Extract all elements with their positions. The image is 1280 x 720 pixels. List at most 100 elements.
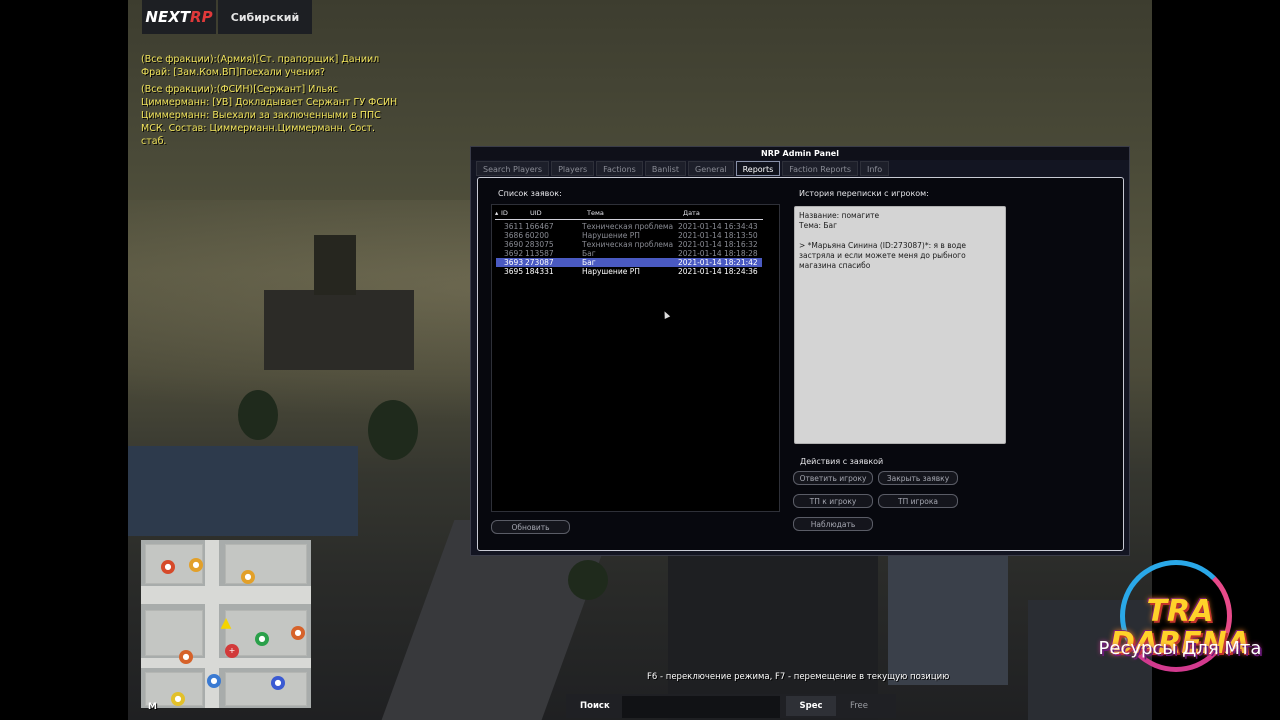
- teleport-player-button[interactable]: ТП игрока: [878, 494, 958, 508]
- admin-panel-title: NRP Admin Panel: [471, 147, 1129, 160]
- teleport-to-player-button[interactable]: ТП к игроку: [793, 494, 873, 508]
- map-road: [141, 658, 311, 668]
- cell-date: 2021-01-14 18:16:32: [678, 240, 758, 249]
- table-row[interactable]: 3692 113587 Баг 2021-01-14 18:18:28: [496, 249, 762, 258]
- minimap-north-label: M: [148, 702, 157, 712]
- cell-id: 3695: [504, 267, 524, 276]
- requests-label: Список заявок:: [498, 189, 562, 198]
- tab-general[interactable]: General: [688, 161, 734, 176]
- cell-date: 2021-01-14 18:21:42: [678, 258, 758, 267]
- column-header-date[interactable]: Дата: [683, 209, 700, 217]
- office-building: [888, 555, 1008, 685]
- cell-date: 2021-01-14 18:13:50: [678, 231, 758, 240]
- reports-tab-content: Список заявок: ▴ ID UID Тема Дата 3611 1…: [477, 177, 1124, 551]
- spectate-button[interactable]: Наблюдать: [793, 517, 873, 531]
- search-input[interactable]: [622, 696, 780, 718]
- sort-arrow-icon: ▴: [495, 209, 499, 217]
- map-hospital-icon: +: [225, 644, 239, 658]
- admin-panel-window: NRP Admin Panel Search Players Players F…: [470, 146, 1130, 556]
- cell-topic: Техническая проблема: [582, 240, 674, 249]
- map-service-icon: ●: [291, 626, 305, 640]
- cell-topic: Нарушение РП: [582, 231, 640, 240]
- refresh-button[interactable]: Обновить: [491, 520, 570, 534]
- logo-suffix: RP: [190, 8, 213, 26]
- map-shop-icon: ●: [161, 560, 175, 574]
- map-shop-icon: ●: [189, 558, 203, 572]
- map-road: [141, 586, 311, 604]
- cell-uid: 60200: [525, 231, 549, 240]
- chat-message: (Все фракции):(ФСИН)[Сержант] Ильяс Цимм…: [141, 84, 398, 147]
- close-request-button[interactable]: Закрыть заявку: [878, 471, 958, 485]
- history-label: История переписки с игроком:: [799, 189, 929, 198]
- cell-id: 3611: [504, 222, 524, 231]
- cell-topic: Баг: [582, 249, 596, 258]
- free-mode-button[interactable]: Free: [838, 696, 880, 716]
- tab-bar: Search Players Players Factions Banlist …: [476, 161, 891, 176]
- cell-id: 3692: [504, 249, 524, 258]
- chat-box: (Все фракции):(Армия)[Ст. прапорщик] Дан…: [141, 53, 403, 152]
- map-service-icon: ●: [271, 676, 285, 690]
- table-row-selected[interactable]: 3693 273087 Баг 2021-01-14 18:21:42: [496, 258, 762, 267]
- tab-search-players[interactable]: Search Players: [476, 161, 550, 176]
- history-topic-line: Тема: Баг: [799, 221, 838, 230]
- reply-button[interactable]: Ответить игроку: [793, 471, 873, 485]
- tab-reports[interactable]: Reports: [735, 161, 781, 176]
- tree: [238, 390, 278, 440]
- server-logo: NEXT RP: [142, 0, 216, 34]
- actions-label: Действия с заявкой: [800, 457, 884, 466]
- cell-uid: 184331: [525, 267, 554, 276]
- grid-header: ▴ ID UID Тема Дата: [495, 209, 763, 220]
- column-header-uid[interactable]: UID: [530, 209, 542, 217]
- tree: [568, 560, 608, 600]
- chat-history-box: Название: помагите Тема: Баг > *Марьяна …: [794, 206, 1006, 444]
- column-header-topic[interactable]: Тема: [587, 209, 604, 217]
- cell-date: 2021-01-14 16:34:43: [678, 222, 758, 231]
- map-service-icon: ●: [171, 692, 185, 706]
- map-shop-icon: ●: [179, 650, 193, 664]
- spec-mode-button[interactable]: Spec: [786, 696, 836, 716]
- tab-factions[interactable]: Factions: [596, 161, 643, 176]
- mall-roof: [128, 446, 358, 536]
- table-row[interactable]: 3695 184331 Нарушение РП 2021-01-14 18:2…: [496, 267, 762, 276]
- column-header-id[interactable]: ID: [501, 209, 508, 217]
- map-block: [225, 544, 307, 584]
- logo-prefix: NEXT: [145, 8, 191, 26]
- cell-id: 3690: [504, 240, 524, 249]
- cell-uid: 283075: [525, 240, 554, 249]
- cell-uid: 273087: [525, 258, 554, 267]
- cell-date: 2021-01-14 18:24:36: [678, 267, 758, 276]
- map-service-icon: ●: [255, 632, 269, 646]
- cell-date: 2021-01-14 18:18:28: [678, 249, 758, 258]
- chat-message: (Все фракции):(Армия)[Ст. прапорщик] Дан…: [141, 54, 380, 78]
- map-block: [145, 610, 203, 656]
- history-message: > *Марьяна Синина (ID:273087)*: я в воде…: [799, 241, 966, 270]
- map-globe-icon: ●: [207, 674, 221, 688]
- map-block: [225, 672, 307, 706]
- cell-uid: 113587: [525, 249, 554, 258]
- cell-topic: Баг: [582, 258, 596, 267]
- history-name-line: Название: помагите: [799, 211, 880, 220]
- tab-info[interactable]: Info: [860, 161, 890, 176]
- tab-faction-reports[interactable]: Faction Reports: [782, 161, 858, 176]
- table-row[interactable]: 3611 166467 Техническая проблема 2021-01…: [496, 222, 762, 231]
- map-shop-icon: ●: [241, 570, 255, 584]
- church-tower: [314, 235, 356, 295]
- player-arrow-icon: ▲: [220, 615, 232, 631]
- tab-banlist[interactable]: Banlist: [644, 161, 687, 176]
- spectate-bar: Поиск Spec Free: [566, 694, 896, 718]
- server-name: Сибирский: [218, 0, 312, 34]
- cell-id: 3693: [504, 258, 524, 267]
- cell-topic: Нарушение РП: [582, 267, 640, 276]
- tab-players[interactable]: Players: [551, 161, 595, 176]
- minimap: ● ● ● ▲ + ● ● ● ● ● ●: [141, 540, 311, 708]
- channel-watermark: TRA DARENA Ресурсы Для Мта: [1080, 558, 1276, 682]
- watermark-subtitle: Ресурсы Для Мта: [1098, 638, 1262, 659]
- church-building: [264, 290, 414, 370]
- table-row[interactable]: 3690 283075 Техническая проблема 2021-01…: [496, 240, 762, 249]
- cell-uid: 166467: [525, 222, 554, 231]
- reports-grid[interactable]: ▴ ID UID Тема Дата 3611 166467 Техническ…: [491, 204, 780, 512]
- table-row[interactable]: 3686 60200 Нарушение РП 2021-01-14 18:13…: [496, 231, 762, 240]
- cell-id: 3686: [504, 231, 524, 240]
- spectate-hint: F6 - переключение режима, F7 - перемещен…: [647, 672, 950, 682]
- search-label: Поиск: [580, 701, 610, 711]
